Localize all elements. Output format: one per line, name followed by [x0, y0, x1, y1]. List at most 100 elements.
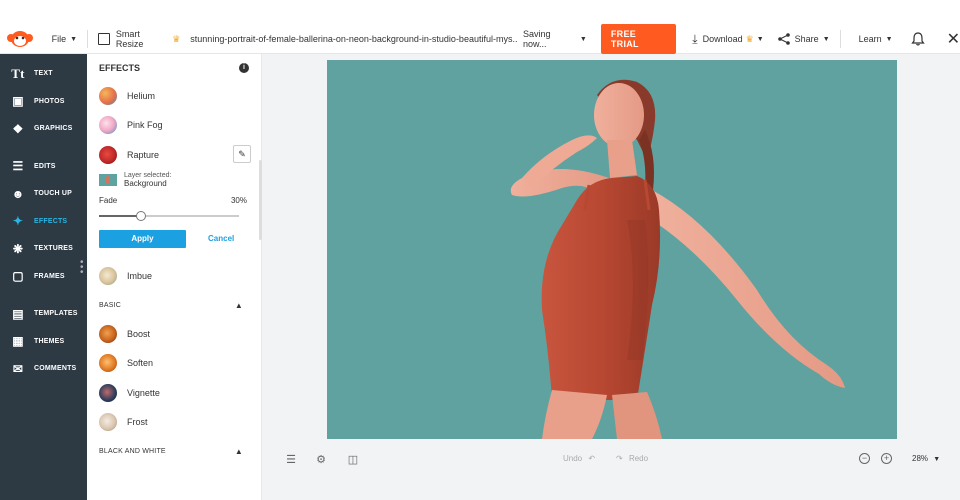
notifications-button[interactable]: [910, 32, 925, 46]
layer-text: Layer selected: Background: [124, 172, 171, 188]
redo-label: Redo: [628, 454, 649, 463]
share-button[interactable]: Share ▼: [777, 33, 830, 45]
section-title: BASIC: [99, 301, 122, 309]
close-icon: ✕: [946, 31, 960, 48]
info-icon[interactable]: i: [239, 62, 249, 73]
slider-handle[interactable]: [136, 210, 146, 221]
nav-touch-up[interactable]: ☻ TOUCH UP: [0, 180, 87, 208]
resize-icon: [98, 33, 110, 45]
save-status-label: Saving now...: [523, 29, 551, 49]
chevron-down-icon: ▼: [756, 35, 764, 43]
nav-text[interactable]: Tt TEXT: [0, 60, 87, 88]
smart-resize-button[interactable]: Smart Resize ♛: [98, 29, 180, 49]
paintbrush-icon[interactable]: ✎: [233, 145, 251, 163]
redo-icon: ↷: [616, 454, 623, 463]
left-nav: Tt TEXT ▣ PHOTOS ❖ GRAPHICS ☰ EDITS ☻ TO…: [0, 54, 87, 500]
effect-item-vignette[interactable]: Vignette: [87, 378, 261, 408]
layer-name: Background: [124, 178, 167, 188]
fade-slider[interactable]: [99, 210, 239, 221]
effect-item-boost[interactable]: Boost: [87, 319, 261, 349]
filename-field[interactable]: stunning-portrait-of-female-ballerina-on…: [190, 34, 517, 44]
chevron-down-icon: ▼: [822, 35, 830, 43]
undo-button[interactable]: Undo ↶: [563, 454, 595, 463]
learn-menu[interactable]: Learn ▼: [859, 34, 893, 44]
chevron-down-icon: ▼: [885, 35, 893, 43]
effect-thumbnail: [99, 324, 117, 343]
download-button[interactable]: ⤓ Download ♛ ▼: [692, 32, 763, 47]
redo-button[interactable]: ↷ Redo: [616, 454, 648, 463]
effect-thumbnail: [99, 354, 117, 373]
undo-icon: ↶: [588, 454, 596, 463]
download-icon: ⤓: [692, 31, 698, 46]
action-buttons: Apply Cancel: [87, 229, 261, 248]
nav-photos[interactable]: ▣ PHOTOS: [0, 88, 87, 116]
compare-icon[interactable]: ◫: [346, 452, 360, 466]
zoom-in-icon[interactable]: +: [881, 453, 892, 464]
nav-label: EFFECTS: [34, 217, 68, 225]
effect-item-rapture[interactable]: Rapture ✎: [87, 140, 261, 170]
effect-thumbnail: [99, 116, 117, 135]
file-menu[interactable]: File ▼: [52, 34, 77, 44]
effect-item-soften[interactable]: Soften: [87, 349, 261, 379]
nav-comments[interactable]: ✉ COMMENTS: [0, 355, 87, 383]
effect-label: Pink Fog: [127, 120, 163, 131]
file-menu-label: File: [51, 34, 67, 44]
zoom-level[interactable]: 28% ▼: [912, 454, 940, 463]
zoom-out-icon[interactable]: −: [859, 453, 870, 464]
nav-frames[interactable]: ▢ FRAMES: [0, 263, 87, 291]
canvas-photo[interactable]: [327, 60, 897, 439]
sliders-icon: ☰: [12, 159, 24, 174]
divider: [839, 30, 841, 48]
learn-label: Learn: [858, 34, 882, 44]
nav-label: EDITS: [34, 162, 56, 170]
nav-gap: [0, 290, 87, 300]
divider: [87, 30, 89, 48]
share-icon: [777, 33, 790, 45]
comment-icon: ✉: [12, 361, 24, 376]
templates-icon: ▤: [12, 306, 24, 321]
effect-item-helium[interactable]: Helium: [87, 81, 261, 111]
nav-templates[interactable]: ▤ TEMPLATES: [0, 300, 87, 328]
section-basic[interactable]: BASIC ▲: [87, 291, 261, 319]
effect-thumbnail: [99, 145, 117, 164]
gear-icon[interactable]: ⚙: [314, 452, 328, 466]
panel-title: EFFECTS: [99, 62, 141, 73]
close-button[interactable]: ✕: [947, 29, 960, 49]
layers-icon[interactable]: ☰: [284, 452, 298, 466]
nav-textures[interactable]: ❋ TEXTURES: [0, 235, 87, 263]
cancel-button[interactable]: Cancel: [208, 234, 234, 243]
bottom-toolbar: ☰ ⚙ ◫ Undo ↶ ↷ Redo − + 28% ▼: [262, 444, 960, 500]
ballerina-image: [327, 60, 897, 439]
save-status[interactable]: Saving now... ▼: [523, 29, 587, 49]
nav-effects[interactable]: ✦ EFFECTS: [0, 208, 87, 236]
nav-graphics[interactable]: ❖ GRAPHICS: [0, 115, 87, 143]
fade-value: 30%: [230, 195, 247, 205]
wand-icon: ✦: [12, 214, 24, 229]
effect-item-frost[interactable]: Frost: [87, 408, 261, 438]
picmonkey-logo[interactable]: [0, 25, 40, 54]
apply-button[interactable]: Apply: [99, 229, 186, 248]
crown-icon: ♛: [745, 33, 754, 44]
drag-handle-icon[interactable]: • • •: [80, 258, 84, 278]
effect-item-imbue[interactable]: Imbue: [87, 262, 261, 292]
nav-themes[interactable]: ▦ THEMES: [0, 328, 87, 356]
effect-label: Vignette: [127, 387, 160, 398]
effect-item-pink-fog[interactable]: Pink Fog: [87, 111, 261, 141]
free-trial-button[interactable]: FREE TRIAL: [600, 24, 677, 54]
section-black-and-white[interactable]: BLACK AND WHITE ▲: [87, 437, 261, 465]
zoom-label: 28%: [912, 454, 929, 463]
texture-icon: ❋: [12, 241, 24, 256]
chevron-down-icon: ▼: [70, 35, 78, 43]
layer-selector[interactable]: Layer selected: Background: [87, 172, 261, 188]
frame-icon: ▢: [12, 269, 24, 284]
nav-label: THEMES: [34, 337, 65, 345]
nav-label: FRAMES: [34, 272, 65, 280]
top-toolbar: File ▼ Smart Resize ♛ stunning-portrait-…: [0, 24, 960, 54]
nav-edits[interactable]: ☰ EDITS: [0, 153, 87, 181]
effect-label: Soften: [127, 358, 154, 369]
fade-label: Fade: [99, 195, 118, 205]
undo-label: Undo: [563, 454, 583, 463]
effect-label: Helium: [127, 90, 156, 101]
chevron-down-icon: ▼: [933, 456, 941, 463]
effect-label: Rapture: [127, 149, 160, 160]
